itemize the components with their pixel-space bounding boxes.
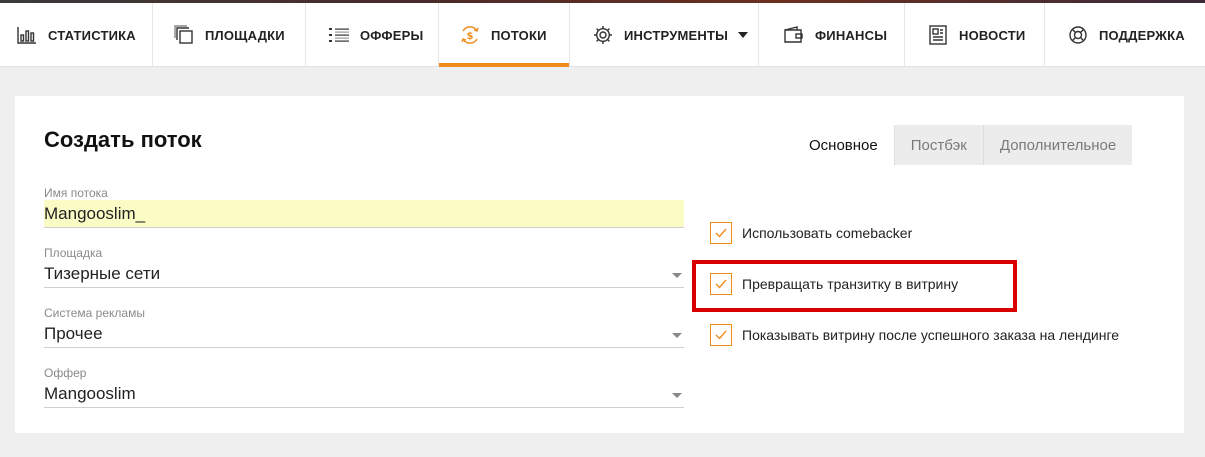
checkmark-icon [715,330,727,340]
stream-name-field: Имя потока Mangooslim_ [44,186,684,228]
red-highlight-frame [692,260,1017,312]
page-title: Создать поток [44,127,202,152]
svg-text:$: $ [467,31,474,42]
top-navigation-bar: СТАТИСТИКА ПЛОЩАДКИ ОФФЕРЫ $ ПОТОКИ ИНСТ… [0,0,1205,67]
checkmark-icon [715,228,727,238]
nav-item-label: СТАТИСТИКА [48,27,136,43]
nav-item-finance[interactable]: ФИНАНСЫ [759,3,905,67]
ad-system-value: Прочее [44,324,103,343]
comebacker-label: Использовать comebacker [742,225,913,241]
stacked-pages-icon [173,24,195,46]
tab-additional[interactable]: Дополнительное [984,125,1132,165]
platform-select[interactable]: Тизерные сети [44,260,684,288]
nav-item-label: НОВОСТИ [959,27,1026,43]
ad-system-label: Система рекламы [44,306,145,320]
lifebuoy-icon [1067,24,1089,46]
stream-name-input[interactable]: Mangooslim_ [44,200,684,228]
platform-field: Площадка Тизерные сети [44,246,684,288]
nav-item-streams[interactable]: $ ПОТОКИ [439,3,570,67]
stream-name-label: Имя потока [44,186,108,200]
gear-icon [592,24,614,46]
nav-item-label: ПОТОКИ [491,27,547,43]
chevron-down-icon [738,32,749,38]
offer-field: Оффер Mangooslim [44,366,684,408]
money-cycle-icon: $ [459,24,481,46]
platform-label: Площадка [44,246,103,260]
offer-label: Оффер [44,366,87,380]
main-nav: СТАТИСТИКА ПЛОЩАДКИ ОФФЕРЫ $ ПОТОКИ ИНСТ… [0,3,1205,67]
list-icon [328,24,350,46]
nav-item-label: ФИНАНСЫ [815,27,888,43]
ad-system-field: Система рекламы Прочее [44,306,684,348]
nav-item-label: ПОДДЕРЖКА [1099,27,1185,43]
dropdown-arrow-icon [672,273,682,278]
offer-select[interactable]: Mangooslim [44,380,684,408]
nav-item-news[interactable]: НОВОСТИ [905,3,1045,67]
newspaper-icon [927,24,949,46]
nav-item-label: ОФФЕРЫ [360,27,424,43]
tab-main[interactable]: Основное [793,125,895,165]
form-tabs: Основное Постбэк Дополнительное [793,125,1133,165]
offer-value: Mangooslim [44,384,136,403]
checkbox-box[interactable] [710,324,732,346]
nav-item-statistics[interactable]: СТАТИСТИКА [0,3,153,67]
dropdown-arrow-icon [672,333,682,338]
comebacker-checkbox[interactable]: Использовать comebacker [710,221,912,245]
bar-chart-icon [16,24,38,46]
dropdown-arrow-icon [672,393,682,398]
showcase-after-order-label: Показывать витрину после успешного заказ… [742,327,1120,343]
nav-item-tools[interactable]: ИНСТРУМЕНТЫ [570,3,759,67]
wallet-icon [783,24,805,46]
checkbox-box[interactable] [710,222,732,244]
nav-item-support[interactable]: ПОДДЕРЖКА [1045,3,1205,67]
showcase-after-order-checkbox[interactable]: Показывать витрину после успешного заказ… [710,323,1119,347]
nav-item-label: ИНСТРУМЕНТЫ [624,27,729,43]
tab-postback[interactable]: Постбэк [895,125,984,165]
nav-item-offers[interactable]: ОФФЕРЫ [306,3,439,67]
nav-item-platforms[interactable]: ПЛОЩАДКИ [153,3,306,67]
create-stream-card: Создать поток Основное Постбэк Дополните… [15,96,1184,433]
platform-value: Тизерные сети [44,264,161,283]
ad-system-select[interactable]: Прочее [44,320,684,348]
nav-item-label: ПЛОЩАДКИ [205,27,285,43]
